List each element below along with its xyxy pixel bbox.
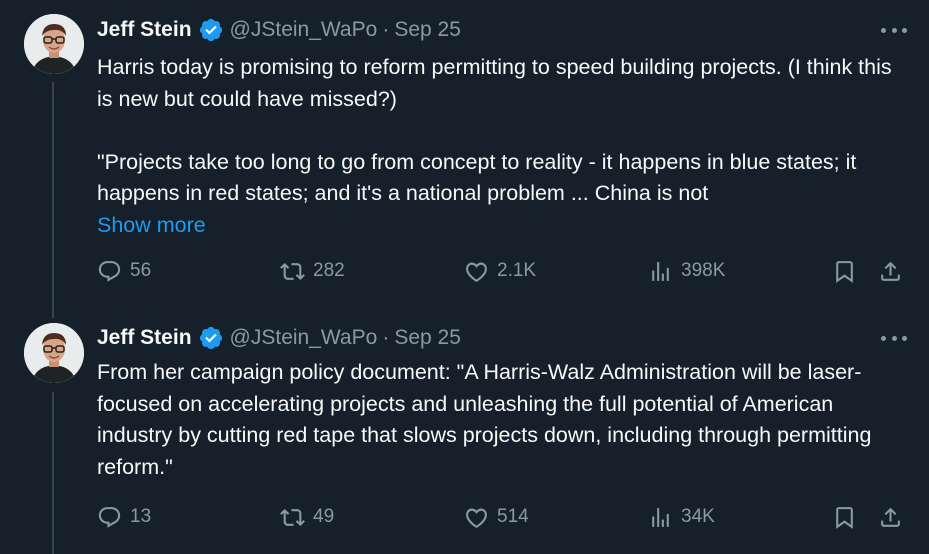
bookmark-button[interactable] — [832, 256, 857, 286]
like-button[interactable]: 2.1K — [464, 256, 536, 286]
share-icon — [881, 507, 900, 527]
bookmark-icon — [836, 506, 853, 529]
views-icon — [652, 507, 669, 527]
reply-icon — [98, 260, 121, 282]
action-bar: 13 49 514 34K — [0, 502, 929, 532]
like-count: 514 — [497, 506, 529, 527]
tweet-paragraph: From her campaign policy document: "A Ha… — [97, 360, 872, 479]
reply-count: 13 — [130, 506, 152, 527]
repost-count: 282 — [313, 260, 345, 281]
separator: · — [382, 18, 390, 41]
heart-icon — [466, 262, 487, 282]
tweet-paragraph: "Projects take too long to go from conce… — [97, 149, 857, 206]
like-button[interactable]: 514 — [464, 502, 529, 532]
avatar[interactable] — [24, 14, 84, 74]
tweet-header: Jeff Stein @JStein_WaPo · Sep 25 — [97, 324, 461, 352]
tweet-date[interactable]: Sep 25 — [394, 18, 461, 42]
author-handle[interactable]: @JStein_WaPo — [230, 326, 378, 350]
repost-button[interactable]: 282 — [280, 256, 345, 286]
avatar[interactable] — [24, 323, 84, 383]
views-button[interactable]: 398K — [648, 256, 725, 286]
verified-badge-icon — [198, 325, 224, 351]
tweet-text: From her campaign policy document: "A Ha… — [97, 357, 907, 483]
tweet-text: Harris today is promising to reform perm… — [97, 52, 907, 241]
reply-button[interactable]: 56 — [97, 256, 151, 286]
verified-badge-icon — [198, 17, 224, 43]
tweet[interactable]: Jeff Stein @JStein_WaPo · Sep 25 Harris … — [0, 0, 929, 318]
author-name[interactable]: Jeff Stein — [97, 18, 192, 42]
reply-button[interactable]: 13 — [97, 502, 151, 532]
tweet[interactable]: Jeff Stein @JStein_WaPo · Sep 25 From he… — [0, 310, 929, 554]
repost-button[interactable]: 49 — [280, 502, 334, 532]
repost-count: 49 — [313, 506, 335, 527]
views-icon — [652, 261, 669, 281]
more-icon[interactable] — [881, 332, 907, 344]
show-more-link[interactable]: Show more — [97, 210, 907, 242]
separator: · — [382, 326, 390, 349]
share-icon — [881, 261, 900, 281]
repost-icon — [280, 508, 305, 526]
tweet-paragraph: Harris today is promising to reform perm… — [97, 55, 892, 111]
author-name[interactable]: Jeff Stein — [97, 326, 192, 350]
heart-icon — [466, 508, 487, 528]
reply-count: 56 — [130, 260, 152, 281]
views-count: 34K — [681, 506, 715, 527]
action-bar: 56 282 2.1K 398K — [0, 256, 929, 286]
views-count: 398K — [681, 260, 726, 281]
tweet-date[interactable]: Sep 25 — [394, 326, 461, 350]
repost-icon — [280, 262, 305, 280]
share-button[interactable] — [878, 502, 903, 532]
tweet-header: Jeff Stein @JStein_WaPo · Sep 25 — [97, 16, 461, 44]
bookmark-button[interactable] — [832, 502, 857, 532]
bookmark-icon — [836, 260, 853, 283]
reply-icon — [98, 506, 121, 528]
more-icon[interactable] — [881, 24, 907, 36]
views-button[interactable]: 34K — [648, 502, 715, 532]
like-count: 2.1K — [497, 260, 537, 281]
share-button[interactable] — [878, 256, 903, 286]
author-handle[interactable]: @JStein_WaPo — [230, 18, 378, 42]
